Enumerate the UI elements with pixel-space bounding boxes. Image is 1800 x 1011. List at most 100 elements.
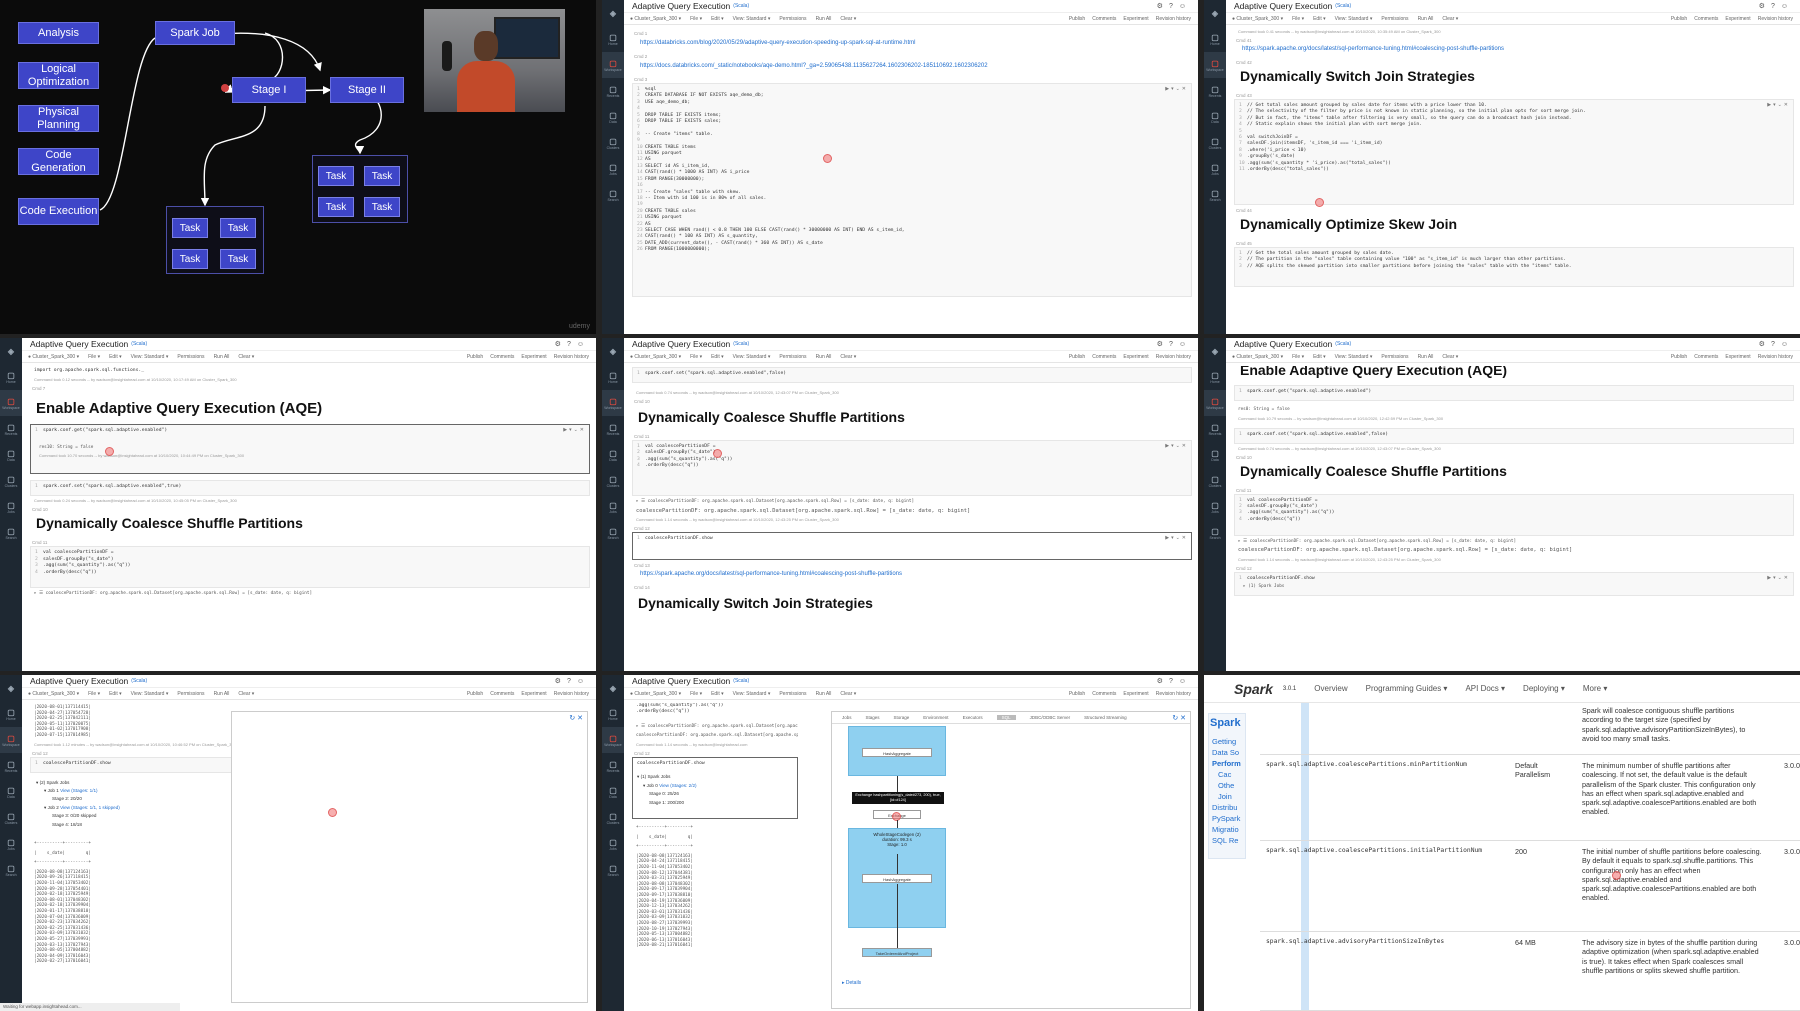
coalesce-code[interactable]: 1 val coalescePartitionDF = 2 salesDF.group… (1239, 498, 1789, 524)
menu-run-all[interactable]: Run All (214, 354, 230, 360)
spark-docs-link[interactable]: https://spark.apache.org/docs/latest/sql… (1234, 44, 1794, 57)
conf-set-cell[interactable]: 1 spark.conf.set("spark.sql.adaptive.enab… (30, 480, 590, 497)
coalesce-cell[interactable]: 1 val coalescePartitionDF = 2 salesDF.group… (1234, 493, 1794, 536)
recents-icon[interactable]: ▢ Recents (0, 753, 22, 779)
clusters-icon[interactable]: ▢ Clusters (602, 130, 624, 156)
skew-join-code[interactable]: 1// Get the total sales amount grouped b… (1239, 251, 1789, 270)
menu-publish[interactable]: Publish (1069, 691, 1085, 697)
spark-jobs-toggle[interactable]: ▸ (1) Spark Jobs (1239, 582, 1789, 592)
cell-controls[interactable]: ▶▾⌄✕ (1165, 535, 1188, 541)
menu-comments[interactable]: Comments (1092, 16, 1116, 22)
cluster-selector[interactable]: ● Cluster_Spark_300 ▾ (1232, 16, 1283, 22)
data-icon[interactable]: ▢ Data (602, 779, 624, 805)
cell-controls[interactable]: ▶▾⌄✕ (1165, 443, 1188, 449)
data-icon[interactable]: ▢ Data (1204, 104, 1226, 130)
show-cell[interactable]: ▶▾⌄✕ 1 coalescePartitionDF.show ▸ (1) Spa… (1234, 571, 1794, 596)
menu-clear[interactable]: Clear ▾ (840, 354, 856, 360)
frame-controls[interactable]: ↻ ✕ (1172, 714, 1186, 722)
clusters-icon[interactable]: ▢ Clusters (0, 805, 22, 831)
frame-controls[interactable]: ↻ ✕ (569, 714, 583, 722)
data-icon[interactable]: ▢ Data (602, 104, 624, 130)
search-icon[interactable]: ▢ Search (0, 857, 22, 883)
home-icon[interactable]: ▢ Home (1204, 364, 1226, 390)
menu-edit[interactable]: Edit ▾ (109, 691, 122, 697)
menu-edit[interactable]: Edit ▾ (711, 691, 724, 697)
cluster-selector[interactable]: ● Cluster_Spark_300 ▾ (630, 16, 681, 22)
workspace-icon[interactable]: ▢ Workspace (602, 52, 624, 78)
menu-clear[interactable]: Clear ▾ (238, 354, 254, 360)
menu-clear[interactable]: Clear ▾ (238, 691, 254, 697)
search-icon[interactable]: ▢ Search (602, 857, 624, 883)
recents-icon[interactable]: ▢ Recents (602, 416, 624, 442)
menu-publish[interactable]: Publish (1069, 354, 1085, 360)
menu-view-standard[interactable]: View: Standard ▾ (131, 354, 169, 360)
data-icon[interactable]: ▢ Data (0, 442, 22, 468)
tab-streaming[interactable]: Structured Streaming (1084, 715, 1127, 720)
cluster-selector[interactable]: ● Cluster_Spark_300 ▾ (28, 354, 79, 360)
docs-link[interactable]: Getting (1212, 737, 1236, 746)
conf-get-code[interactable]: 1 spark.conf.get("spark.sql.adaptive.enab… (1239, 389, 1789, 395)
home-icon[interactable]: ▢ Home (0, 701, 22, 727)
coalesce-code[interactable]: 1 val coalescePartitionDF = 2 salesDF.group… (35, 550, 585, 576)
sql-cell[interactable]: ▶▾⌄✕ 1 %sql 2 CREATE DATABASE IF NOT EXISTS… (632, 83, 1192, 297)
jobs-icon[interactable]: ▢ Jobs (0, 831, 22, 857)
job-0[interactable]: ▾ Job 0 View (Stages: 2/2) (637, 782, 793, 790)
search-icon[interactable]: ▢ Search (1204, 520, 1226, 546)
jobs-icon[interactable]: ▢ Jobs (1204, 156, 1226, 182)
menu-permissions[interactable]: Permissions (779, 691, 806, 697)
workspace-icon[interactable]: ▢ Workspace (1204, 390, 1226, 416)
recents-icon[interactable]: ▢ Recents (0, 416, 22, 442)
workspace-icon[interactable]: ▢ Workspace (0, 390, 22, 416)
jobs-icon[interactable]: ▢ Jobs (602, 494, 624, 520)
tab-jdbc[interactable]: JDBC/ODBC Server (1030, 715, 1071, 720)
menu-view-standard[interactable]: View: Standard ▾ (733, 691, 771, 697)
home-icon[interactable]: ▢ Home (602, 701, 624, 727)
cluster-selector[interactable]: ● Cluster_Spark_300 ▾ (630, 354, 681, 360)
workspace-icon[interactable]: ▢ Workspace (602, 390, 624, 416)
conf-set-cell[interactable]: 1 spark.conf.set("spark.sql.adaptive.enab… (1234, 427, 1794, 444)
home-icon[interactable]: ▢ Home (602, 364, 624, 390)
menu-publish[interactable]: Publish (467, 691, 483, 697)
jobs-icon[interactable]: ▢ Jobs (1204, 494, 1226, 520)
menu-edit[interactable]: Edit ▾ (1313, 16, 1326, 22)
databricks-icon[interactable]: ◈ (602, 0, 624, 26)
home-icon[interactable]: ▢ Home (0, 364, 22, 390)
docs-link[interactable]: Distribu (1212, 803, 1237, 812)
menu-revision-history[interactable]: Revision history (554, 691, 589, 697)
nav-overview[interactable]: Overview (1314, 684, 1347, 693)
clusters-icon[interactable]: ▢ Clusters (602, 805, 624, 831)
show-cell[interactable]: coalescePartitionDF.show ▾ (1) Spark Job… (632, 757, 798, 819)
cell-controls[interactable]: ▶▾⌄✕ (1767, 575, 1790, 581)
menu-file[interactable]: File ▾ (88, 354, 100, 360)
search-icon[interactable]: ▢ Search (602, 520, 624, 546)
menu-view-standard[interactable]: View: Standard ▾ (733, 354, 771, 360)
conf-set-code[interactable]: 1 spark.conf.set("spark.sql.adaptive.enab… (1239, 432, 1789, 438)
workspace-icon[interactable]: ▢ Workspace (1204, 52, 1226, 78)
menu-run-all[interactable]: Run All (214, 691, 230, 697)
cell-controls[interactable]: ▶▾⌄✕ (1165, 86, 1188, 92)
tab-stages[interactable]: Stages (866, 715, 880, 720)
recents-icon[interactable]: ▢ Recents (1204, 78, 1226, 104)
search-icon[interactable]: ▢ Search (0, 520, 22, 546)
menu-clear[interactable]: Clear ▾ (1442, 354, 1458, 360)
clusters-icon[interactable]: ▢ Clusters (1204, 130, 1226, 156)
job-2-view-link[interactable]: View (Stages: 1/1, 1 skipped) (60, 805, 120, 810)
home-icon[interactable]: ▢ Home (602, 26, 624, 52)
menu-file[interactable]: File ▾ (690, 16, 702, 22)
clusters-icon[interactable]: ▢ Clusters (602, 468, 624, 494)
conf-get-cell[interactable]: 1 spark.conf.get("spark.sql.adaptive.enab… (1234, 385, 1794, 401)
menu-comments[interactable]: Comments (490, 354, 514, 360)
menu-publish[interactable]: Publish (1671, 354, 1687, 360)
menu-clear[interactable]: Clear ▾ (840, 16, 856, 22)
menu-file[interactable]: File ▾ (690, 354, 702, 360)
menu-experiment[interactable]: Experiment (521, 354, 546, 360)
menu-experiment[interactable]: Experiment (1123, 16, 1148, 22)
jobs-icon[interactable]: ▢ Jobs (602, 831, 624, 857)
menu-edit[interactable]: Edit ▾ (109, 354, 122, 360)
menu-experiment[interactable]: Experiment (1123, 691, 1148, 697)
menu-comments[interactable]: Comments (490, 691, 514, 697)
recents-icon[interactable]: ▢ Recents (602, 753, 624, 779)
show-cell[interactable]: ▶▾⌄✕ 1 coalescePartitionDF.show (632, 532, 1192, 561)
tab-executors[interactable]: Executors (963, 715, 983, 720)
nav-deploying[interactable]: Deploying ▾ (1523, 684, 1565, 693)
